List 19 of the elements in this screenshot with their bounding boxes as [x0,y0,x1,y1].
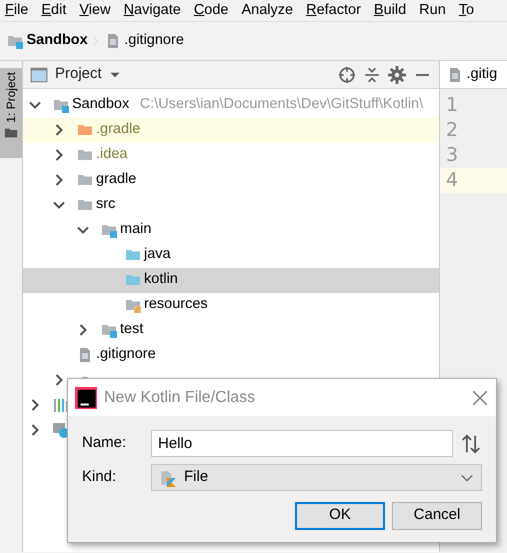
tree-item-label: gradle [96,170,136,190]
line-number: 4 [440,168,507,192]
tree-item-label: test [120,320,144,340]
line-number: 1 [445,92,460,118]
dialog-title: New Kotlin File/Class [104,388,256,408]
tree-item-label: kotlin [144,270,178,290]
line-number: 3 [445,142,460,168]
field-label: Kind: [82,467,118,488]
project-path: C:\Users\ian\Documents\Dev\GitStuff\Kotlin\ [140,95,424,114]
tree-item-label: Sandbox [72,95,130,114]
tree-item-label: .idea [96,145,128,164]
tree-item-label: src [96,195,116,214]
tree-item-label: resources [144,295,208,314]
tree-item-label: java [144,245,171,264]
line-number: 2 [445,118,460,142]
tree-item-label: .gitignore [96,345,156,364]
field-label: Name: [82,433,128,454]
tree-item-label: main [120,220,152,240]
tree-item-label: .gradle [96,120,140,140]
